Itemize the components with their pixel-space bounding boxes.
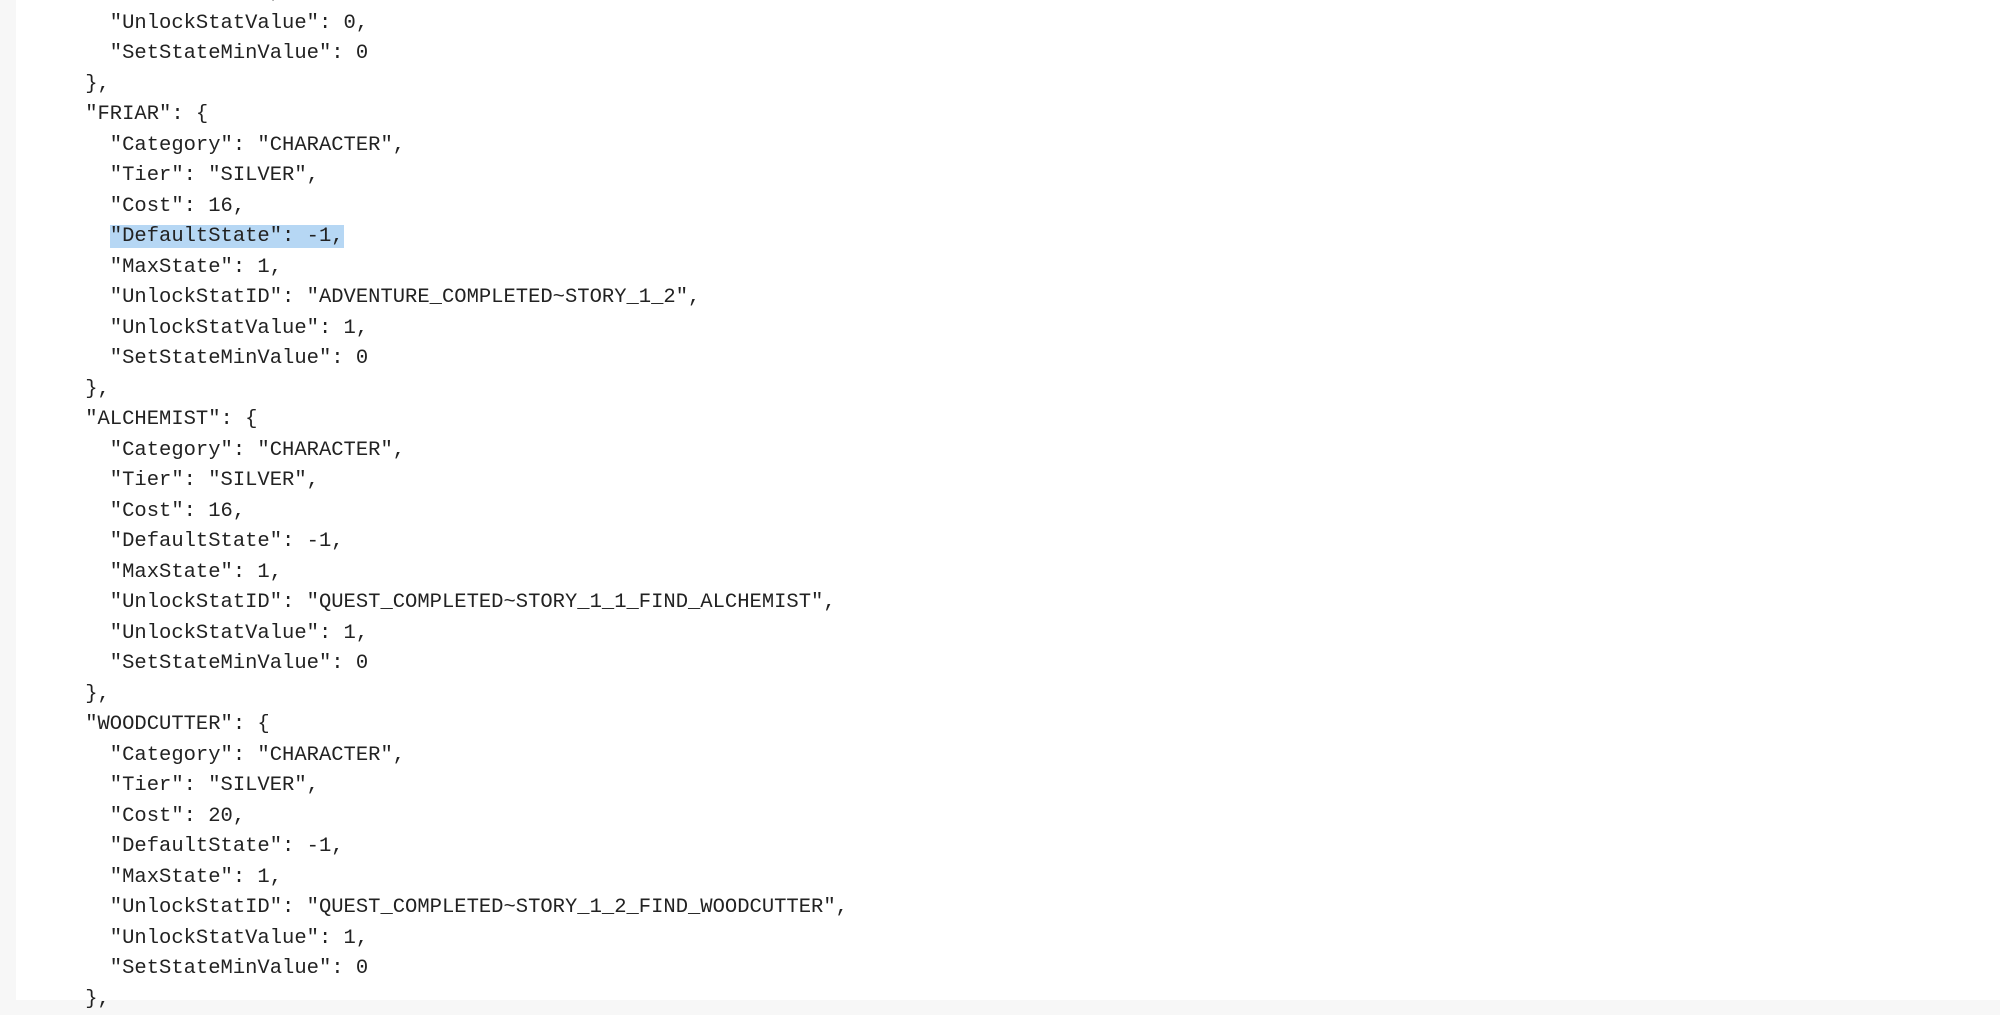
code-line[interactable]: "Category": "CHARACTER", xyxy=(36,741,2000,772)
code-line[interactable]: "UnlockStatValue": 1, xyxy=(36,619,2000,650)
code-line[interactable]: "MaxState": 1, xyxy=(36,0,2000,9)
selection-highlight: "DefaultState": -1, xyxy=(110,225,344,248)
code-line[interactable]: "MaxState": 1, xyxy=(36,863,2000,894)
code-line[interactable]: "WOODCUTTER": { xyxy=(36,710,2000,741)
code-line[interactable]: "FRIAR": { xyxy=(36,100,2000,131)
code-line[interactable]: "UnlockStatValue": 1, xyxy=(36,924,2000,955)
code-line[interactable]: "ALCHEMIST": { xyxy=(36,405,2000,436)
code-line[interactable]: }, xyxy=(36,375,2000,406)
code-line[interactable]: "DefaultState": -1, xyxy=(36,527,2000,558)
code-line[interactable]: }, xyxy=(36,70,2000,101)
code-line[interactable]: "UnlockStatValue": 0, xyxy=(36,9,2000,40)
code-line[interactable]: "Tier": "SILVER", xyxy=(36,161,2000,192)
code-line[interactable]: "UnlockStatID": "QUEST_COMPLETED~STORY_1… xyxy=(36,893,2000,924)
code-line[interactable]: "Cost": 16, xyxy=(36,192,2000,223)
code-line[interactable]: "Cost": 20, xyxy=(36,802,2000,833)
code-line[interactable]: "UnlockStatID": "QUEST_COMPLETED~STORY_1… xyxy=(36,588,2000,619)
code-line[interactable]: "SetStateMinValue": 0 xyxy=(36,954,2000,985)
code-line[interactable]: "MaxState": 1, xyxy=(36,253,2000,284)
code-line[interactable]: "UnlockStatID": "ADVENTURE_COMPLETED~STO… xyxy=(36,283,2000,314)
code-line[interactable]: "UnlockStatValue": 1, xyxy=(36,314,2000,345)
code-line[interactable]: "SetStateMinValue": 0 xyxy=(36,649,2000,680)
code-editor[interactable]: "MaxState": 1, "UnlockStatValue": 0, "Se… xyxy=(16,0,2000,1000)
code-line[interactable]: "DefaultState": -1, xyxy=(36,222,2000,253)
code-line[interactable]: "Category": "CHARACTER", xyxy=(36,436,2000,467)
code-line[interactable]: "Tier": "SILVER", xyxy=(36,466,2000,497)
code-line[interactable]: "MaxState": 1, xyxy=(36,558,2000,589)
code-line[interactable]: "SetStateMinValue": 0 xyxy=(36,39,2000,70)
code-line[interactable]: }, xyxy=(36,680,2000,711)
code-line[interactable]: "Tier": "SILVER", xyxy=(36,771,2000,802)
code-block[interactable]: "MaxState": 1, "UnlockStatValue": 0, "Se… xyxy=(16,0,2000,1015)
code-line[interactable]: "Category": "CHARACTER", xyxy=(36,131,2000,162)
code-line[interactable]: "Cost": 16, xyxy=(36,497,2000,528)
code-line[interactable]: "SetStateMinValue": 0 xyxy=(36,344,2000,375)
code-line[interactable]: "DefaultState": -1, xyxy=(36,832,2000,863)
